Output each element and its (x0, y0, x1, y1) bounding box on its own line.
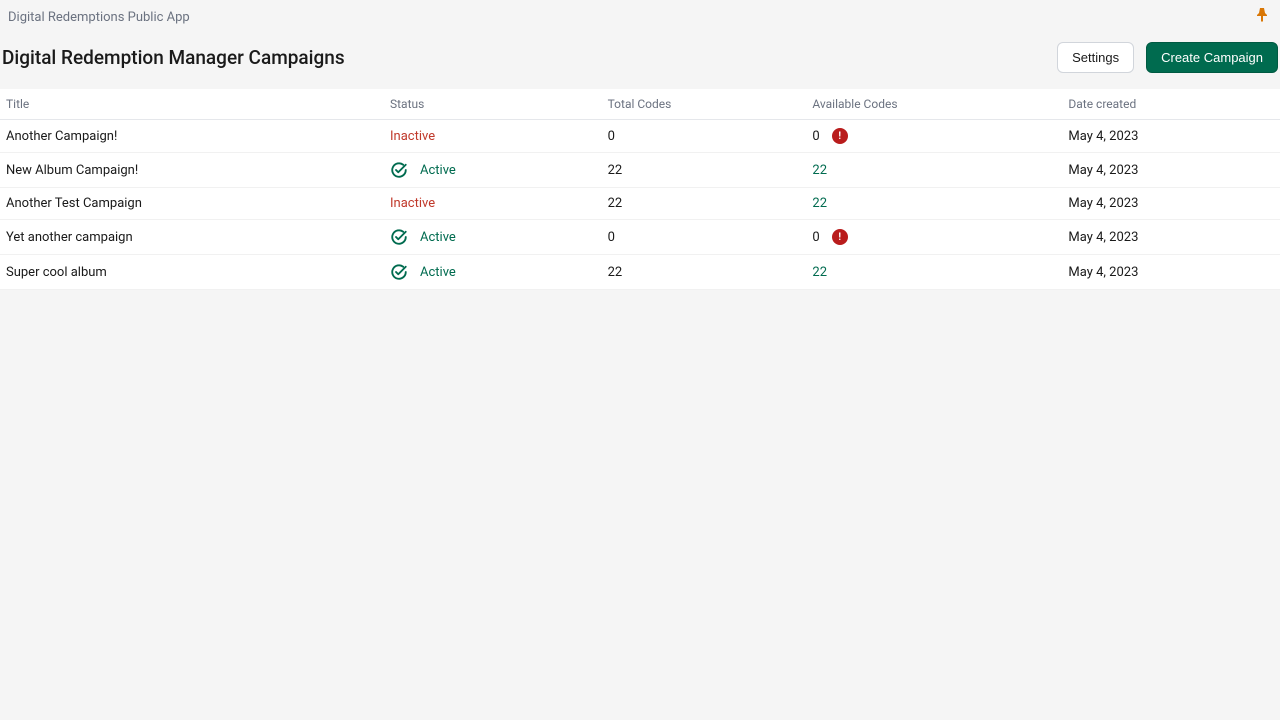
campaigns-table: Title Status Total Codes Available Codes… (0, 89, 1280, 290)
status-label: Active (420, 163, 456, 178)
table-header-row: Title Status Total Codes Available Codes… (0, 89, 1280, 120)
table-row[interactable]: New Album Campaign! Active 22 22 May 4, 2023 (0, 153, 1280, 188)
available-count: 0 (812, 129, 819, 144)
col-header-title[interactable]: Title (0, 89, 384, 120)
app-bar: Digital Redemptions Public App (0, 0, 1280, 30)
cell-title: New Album Campaign! (0, 153, 384, 188)
cell-total-codes: 0 (602, 120, 807, 153)
settings-button[interactable]: Settings (1057, 42, 1134, 73)
available-count: 22 (812, 196, 827, 211)
col-header-status[interactable]: Status (384, 89, 602, 120)
status-label: Active (420, 230, 456, 245)
cell-date-created: May 4, 2023 (1062, 188, 1280, 220)
cell-date-created: May 4, 2023 (1062, 255, 1280, 290)
cell-available-codes: 22 (806, 153, 1062, 188)
cell-title: Super cool album (0, 255, 384, 290)
cell-total-codes: 22 (602, 255, 807, 290)
app-title: Digital Redemptions Public App (8, 10, 190, 25)
cell-available-codes: 22 (806, 255, 1062, 290)
available-count: 0 (812, 230, 819, 245)
available-count: 22 (812, 163, 827, 178)
alert-icon: ! (832, 128, 848, 144)
cell-title: Another Campaign! (0, 120, 384, 153)
cell-status: Inactive (384, 120, 602, 153)
cell-total-codes: 22 (602, 153, 807, 188)
cell-status: Active (384, 255, 602, 290)
available-count: 22 (812, 265, 827, 280)
cell-status: Inactive (384, 188, 602, 220)
table-row[interactable]: Super cool album Active 22 22 May 4, 2023 (0, 255, 1280, 290)
pin-icon[interactable] (1256, 8, 1272, 26)
check-circle-icon (390, 263, 408, 281)
alert-icon: ! (832, 229, 848, 245)
header-actions: Settings Create Campaign (1057, 42, 1280, 73)
col-header-available-codes[interactable]: Available Codes (806, 89, 1062, 120)
table-row[interactable]: Another Test Campaign Inactive 22 22 May 4, … (0, 188, 1280, 220)
cell-available-codes: 0! (806, 220, 1062, 255)
page-header: Digital Redemption Manager Campaigns Set… (0, 30, 1280, 89)
check-circle-icon (390, 228, 408, 246)
status-label: Active (420, 265, 456, 280)
cell-total-codes: 0 (602, 220, 807, 255)
page-title: Digital Redemption Manager Campaigns (2, 46, 345, 69)
cell-title: Yet another campaign (0, 220, 384, 255)
status-label: Inactive (390, 129, 435, 144)
status-label: Inactive (390, 196, 435, 211)
cell-title: Another Test Campaign (0, 188, 384, 220)
cell-date-created: May 4, 2023 (1062, 120, 1280, 153)
table-row[interactable]: Another Campaign!Inactive00!May 4, 2023 (0, 120, 1280, 153)
cell-status: Active (384, 220, 602, 255)
table-row[interactable]: Yet another campaignActive00!May 4, 2023 (0, 220, 1280, 255)
cell-date-created: May 4, 2023 (1062, 153, 1280, 188)
col-header-date-created[interactable]: Date created (1062, 89, 1280, 120)
cell-date-created: May 4, 2023 (1062, 220, 1280, 255)
cell-available-codes: 22 (806, 188, 1062, 220)
create-campaign-button[interactable]: Create Campaign (1146, 42, 1278, 73)
cell-total-codes: 22 (602, 188, 807, 220)
cell-status: Active (384, 153, 602, 188)
col-header-total-codes[interactable]: Total Codes (602, 89, 807, 120)
check-circle-icon (390, 161, 408, 179)
cell-available-codes: 0! (806, 120, 1062, 153)
